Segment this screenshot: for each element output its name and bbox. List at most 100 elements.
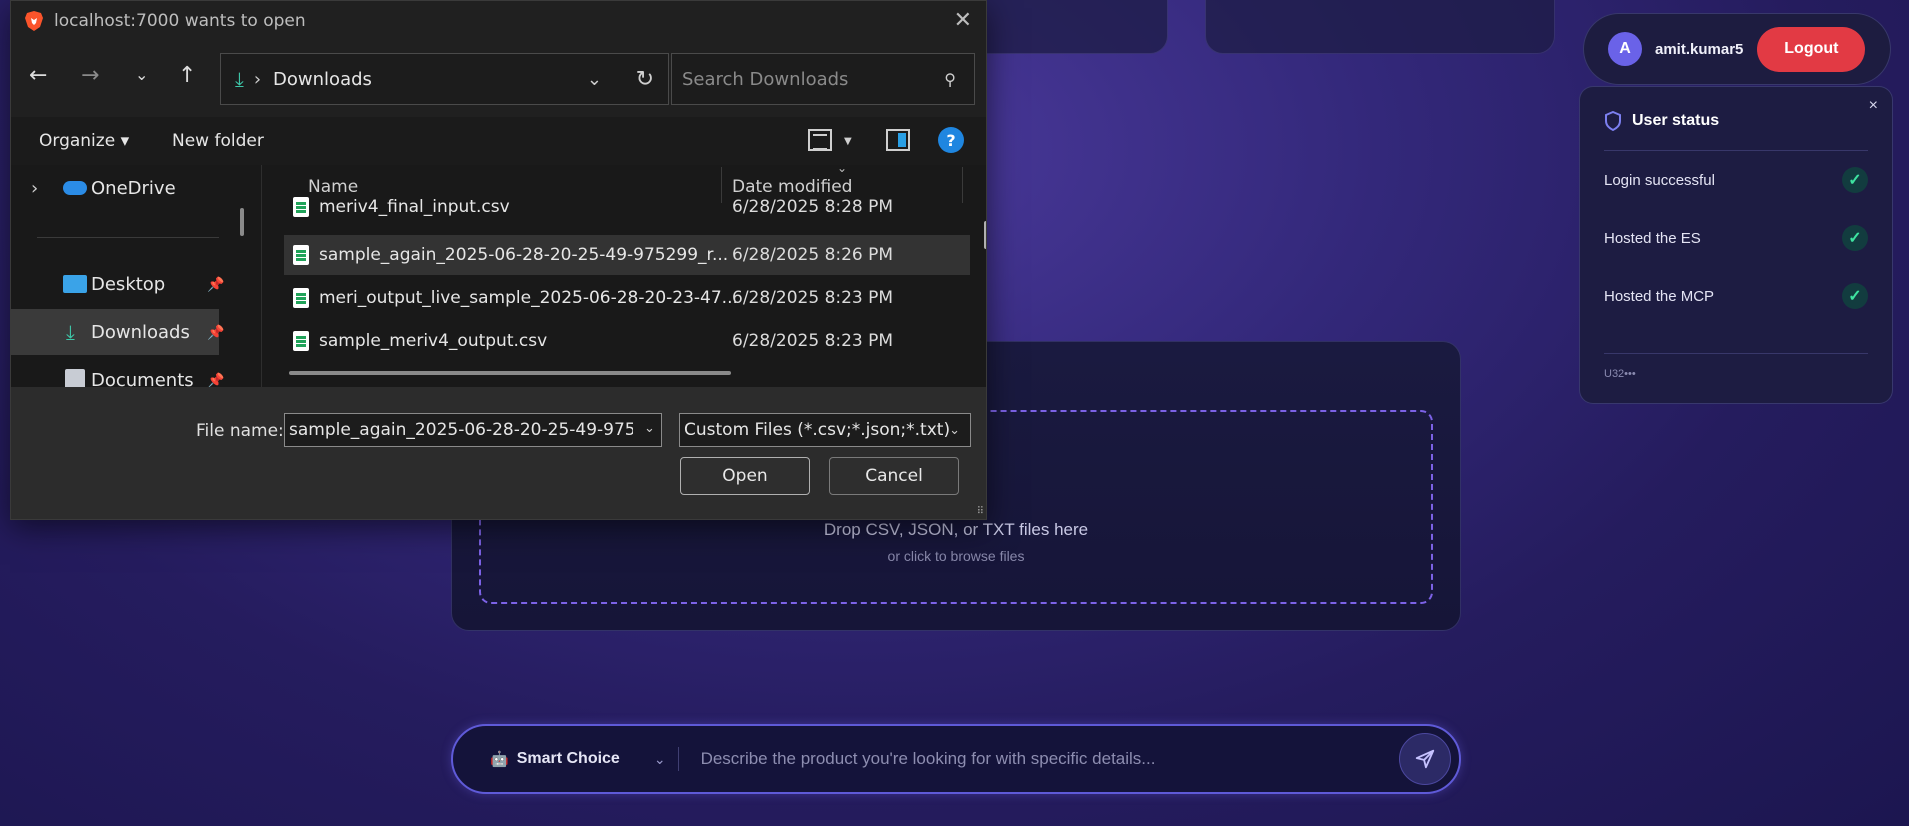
chat-input[interactable] — [700, 749, 1399, 769]
username: amit.kumar5 — [1655, 40, 1744, 58]
close-icon[interactable]: × — [1869, 97, 1878, 115]
navigation-pane: › OneDrive Desktop ⤓ Downloads Documents — [11, 165, 219, 387]
status-item-label: Login successful — [1604, 171, 1715, 189]
status-item: Login successful ✓ — [1604, 151, 1868, 209]
status-item: Hosted the ES ✓ — [1604, 209, 1868, 267]
download-icon: ⤓ — [235, 67, 244, 91]
csv-file-icon — [293, 288, 309, 308]
status-footer: U32••• — [1604, 353, 1868, 380]
file-type-select[interactable]: Custom Files (*.csv;*.json;*.txt) ⌄ — [679, 413, 971, 447]
view-options-icon[interactable] — [808, 129, 832, 151]
file-row[interactable]: meri_output_live_sample_2025-06-28-20-23… — [284, 278, 970, 318]
recent-locations-chevron-icon[interactable]: ⌄ — [135, 65, 148, 84]
dropzone-title: Drop CSV, JSON, or TXT files here — [823, 520, 1089, 539]
chevron-down-icon[interactable]: ▼ — [844, 136, 852, 147]
nav-item-onedrive[interactable]: › OneDrive — [11, 165, 219, 211]
up-arrow-icon[interactable]: ↑ — [178, 63, 196, 88]
divider — [677, 747, 679, 771]
chevron-right-icon[interactable]: › — [31, 178, 38, 199]
preview-pane-icon[interactable] — [886, 129, 910, 151]
command-bar: Organize ▾ New folder ▼ ? — [11, 117, 986, 165]
nav-item-label: Desktop — [91, 273, 166, 295]
file-row[interactable]: sample_again_2025-06-28-20-25-49-975299_… — [284, 235, 970, 275]
dialog-navbar: ← → ⌄ ↑ ⤓ › Downloads ⌄ ↻ Search Downloa… — [11, 41, 986, 117]
dialog-title: localhost:7000 wants to open — [54, 11, 306, 31]
horizontal-scrollbar[interactable] — [289, 371, 731, 375]
user-pill: A amit.kumar5 Logout — [1583, 13, 1891, 85]
nav-item-desktop[interactable]: Desktop — [11, 261, 219, 307]
help-icon[interactable]: ? — [938, 127, 964, 153]
download-icon: ⤓ — [66, 320, 75, 344]
mode-label: Smart Choice — [516, 750, 620, 767]
avatar[interactable]: A — [1608, 32, 1642, 66]
organize-button[interactable]: Organize ▾ — [39, 131, 129, 151]
send-button[interactable] — [1399, 733, 1451, 785]
new-folder-button[interactable]: New folder — [172, 131, 264, 151]
send-icon — [1415, 749, 1435, 769]
file-date: 6/28/2025 8:23 PM — [732, 331, 894, 351]
file-name-label: File name: — [196, 421, 284, 441]
search-box[interactable]: Search Downloads ⚲ — [671, 53, 975, 105]
file-open-dialog: localhost:7000 wants to open ✕ ← → ⌄ ↑ ⤓… — [10, 0, 987, 520]
status-item-label: Hosted the ES — [1604, 229, 1701, 247]
brave-logo-icon — [25, 11, 43, 31]
csv-file-icon — [293, 245, 309, 265]
chevron-down-icon[interactable]: ⌄ — [654, 751, 666, 768]
nav-item-downloads[interactable]: ⤓ Downloads — [11, 309, 219, 355]
logout-button[interactable]: Logout — [1757, 26, 1866, 72]
check-icon: ✓ — [1842, 225, 1868, 251]
forward-arrow-icon[interactable]: → — [81, 63, 99, 88]
file-name: meri_output_live_sample_2025-06-28-20-23… — [319, 288, 738, 308]
vertical-scrollbar[interactable] — [984, 221, 986, 249]
address-bar[interactable]: ⤓ › Downloads ⌄ ↻ — [220, 53, 669, 105]
status-item-label: Hosted the MCP — [1604, 287, 1715, 305]
dialog-body: › OneDrive Desktop ⤓ Downloads Documents… — [11, 165, 986, 389]
nav-scrollbar[interactable] — [240, 208, 244, 236]
cloud-icon — [63, 181, 87, 195]
chevron-down-icon[interactable]: ⌄ — [587, 69, 602, 90]
top-card-left — [960, 0, 1168, 54]
nav-item-label: Downloads — [91, 321, 190, 343]
pin-icon[interactable]: 📌 — [207, 277, 224, 293]
top-card-right — [1205, 0, 1555, 54]
desktop-icon — [63, 275, 87, 293]
status-item: Hosted the MCP ✓ — [1604, 267, 1868, 325]
breadcrumb-location[interactable]: Downloads — [273, 69, 372, 90]
search-placeholder: Search Downloads — [682, 68, 849, 90]
back-arrow-icon[interactable]: ← — [29, 63, 47, 88]
nav-item-documents[interactable]: Documents — [11, 357, 219, 387]
file-date: 6/28/2025 8:26 PM — [732, 245, 894, 265]
file-name-field[interactable] — [284, 413, 662, 447]
file-name: sample_again_2025-06-28-20-25-49-975299_… — [319, 245, 729, 265]
breadcrumb-separator: › — [253, 68, 262, 90]
nav-item-label: Documents — [91, 369, 194, 388]
nav-item-label: OneDrive — [91, 177, 176, 199]
sort-chevron-icon: ⌄ — [837, 165, 848, 175]
csv-file-icon — [293, 197, 309, 217]
chevron-down-icon[interactable]: ⌄ — [644, 421, 655, 436]
cancel-button[interactable]: Cancel — [829, 457, 959, 495]
chevron-down-icon: ⌄ — [949, 422, 960, 438]
file-row[interactable]: sample_meriv4_output.csv 6/28/2025 8:23 … — [284, 321, 970, 361]
refresh-icon[interactable]: ↻ — [636, 67, 654, 92]
file-row[interactable]: meriv4_final_input.csv 6/28/2025 8:28 PM — [284, 193, 970, 221]
file-list: ⌄ Name Date modified meriv4_final_input.… — [261, 165, 986, 387]
search-icon[interactable]: ⚲ — [944, 70, 956, 89]
close-icon[interactable]: ✕ — [954, 8, 972, 33]
check-icon: ✓ — [1842, 283, 1868, 309]
open-button[interactable]: Open — [680, 457, 810, 495]
pin-icon[interactable]: 📌 — [207, 325, 224, 341]
nav-divider — [37, 237, 219, 238]
documents-icon — [65, 369, 85, 387]
file-date: 6/28/2025 8:28 PM — [732, 197, 894, 217]
dialog-footer: File name: ⌄ Custom Files (*.csv;*.json;… — [11, 387, 986, 519]
dropzone-subtitle: or click to browse files — [887, 548, 1025, 564]
robot-icon: 🤖 — [490, 751, 509, 768]
check-icon: ✓ — [1842, 167, 1868, 193]
resize-grip-icon[interactable]: ⠿ — [977, 506, 984, 517]
mode-selector[interactable]: 🤖 Smart Choice — [490, 750, 620, 768]
file-name: sample_meriv4_output.csv — [319, 331, 548, 351]
user-status-panel: × User status Login successful ✓ Hosted … — [1579, 86, 1893, 404]
dialog-titlebar[interactable]: localhost:7000 wants to open ✕ — [11, 1, 986, 41]
chat-bar: 🤖 Smart Choice ⌄ — [451, 724, 1461, 794]
